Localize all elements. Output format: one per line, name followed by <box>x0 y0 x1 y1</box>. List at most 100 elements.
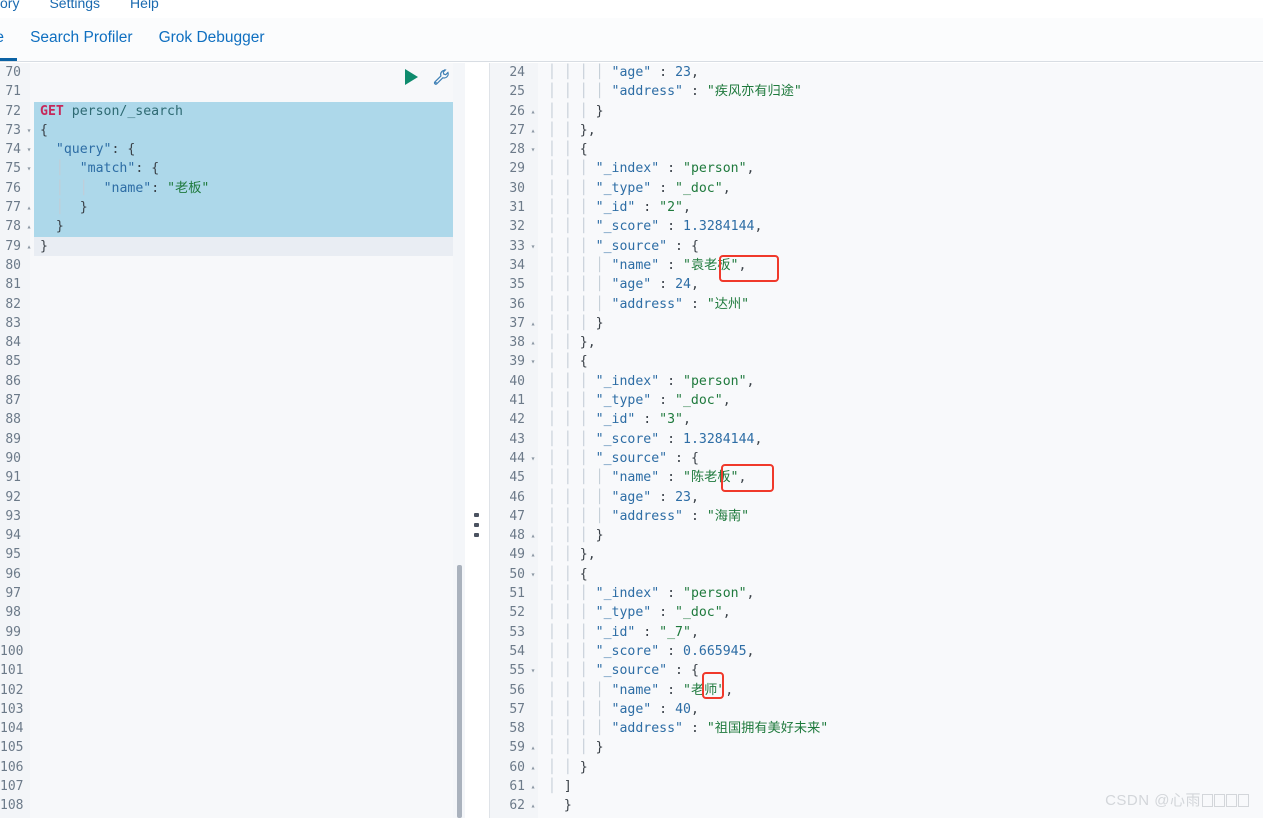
code-line[interactable]: 38 ▴ │ │ }, <box>490 333 1263 352</box>
code-fold-toggle-icon[interactable]: ▴ <box>24 217 34 236</box>
code-line[interactable]: 99 <box>0 623 465 642</box>
tab-search-profiler[interactable]: Search Profiler <box>17 18 146 60</box>
code-line[interactable]: 29 │ │ │ "_index" : "person", <box>490 159 1263 178</box>
menu-item-settings[interactable]: Settings <box>49 0 100 11</box>
code-line[interactable]: 49 ▴ │ │ }, <box>490 545 1263 564</box>
code-fold-toggle-icon[interactable]: ▴ <box>528 102 538 121</box>
code-line[interactable]: 48 ▴ │ │ │ } <box>490 526 1263 545</box>
code-line[interactable]: 35 │ │ │ │ "age" : 24, <box>490 275 1263 294</box>
menu-item-history[interactable]: ory <box>0 0 19 11</box>
code-line[interactable]: 93 <box>0 507 465 526</box>
code-line[interactable]: 25 │ │ │ │ "address" : "疾风亦有归途" <box>490 82 1263 101</box>
code-fold-toggle-icon[interactable]: ▾ <box>528 352 538 371</box>
code-fold-toggle-icon[interactable]: ▴ <box>528 796 538 815</box>
code-line[interactable]: 90 <box>0 449 465 468</box>
code-line[interactable]: 51 │ │ │ "_index" : "person", <box>490 584 1263 603</box>
code-line[interactable]: 31 │ │ │ "_id" : "2", <box>490 198 1263 217</box>
code-fold-toggle-icon[interactable]: ▴ <box>528 314 538 333</box>
code-line[interactable]: 44 ▾ │ │ │ "_source" : { <box>490 449 1263 468</box>
tab-grok-debugger[interactable]: Grok Debugger <box>146 18 278 60</box>
code-fold-toggle-icon[interactable]: ▴ <box>24 198 34 217</box>
code-line[interactable]: 59 ▴ │ │ │ } <box>490 738 1263 757</box>
code-line[interactable]: 53 │ │ │ "_id" : "_7", <box>490 623 1263 642</box>
response-editor-panel[interactable]: 24 │ │ │ │ "age" : 23, 25 │ │ │ │ "address"… <box>490 63 1263 818</box>
code-line[interactable]: 54 │ │ │ "_score" : 0.665945, <box>490 642 1263 661</box>
code-line[interactable]: 41 │ │ │ "_type" : "_doc", <box>490 391 1263 410</box>
code-line[interactable]: 32 │ │ │ "_score" : 1.3284144, <box>490 217 1263 236</box>
code-line[interactable]: 92 <box>0 488 465 507</box>
code-line[interactable]: 87 <box>0 391 465 410</box>
code-line[interactable]: 46 │ │ │ │ "age" : 23, <box>490 488 1263 507</box>
code-line[interactable]: 71 <box>0 82 465 101</box>
code-line[interactable]: 83 <box>0 314 465 333</box>
code-line[interactable]: 96 <box>0 565 465 584</box>
code-fold-toggle-icon[interactable]: ▾ <box>528 140 538 159</box>
code-line[interactable]: 80 <box>0 256 465 275</box>
code-line[interactable]: 91 <box>0 468 465 487</box>
code-line[interactable]: 58 │ │ │ │ "address" : "祖国拥有美好未来" <box>490 719 1263 738</box>
code-line[interactable]: 84 <box>0 333 465 352</box>
request-editor-code[interactable]: 70 71 72 GET person/_search 73 ▾{74 ▾ "query":… <box>0 63 465 818</box>
code-line[interactable]: 36 │ │ │ │ "address" : "达州" <box>490 295 1263 314</box>
code-fold-toggle-icon[interactable]: ▴ <box>528 333 538 352</box>
code-line[interactable]: 106 <box>0 758 465 777</box>
code-line[interactable]: 101 <box>0 661 465 680</box>
code-line[interactable]: 89 <box>0 430 465 449</box>
code-line[interactable]: 78 ▴ } <box>0 217 465 237</box>
code-line[interactable]: 24 │ │ │ │ "age" : 23, <box>490 63 1263 82</box>
code-line[interactable]: 85 <box>0 352 465 371</box>
code-fold-toggle-icon[interactable]: ▴ <box>528 545 538 564</box>
code-fold-toggle-icon[interactable]: ▴ <box>24 237 34 256</box>
code-fold-toggle-icon[interactable]: ▴ <box>528 526 538 545</box>
code-line[interactable]: 28 ▾ │ │ { <box>490 140 1263 159</box>
code-line[interactable]: 40 │ │ │ "_index" : "person", <box>490 372 1263 391</box>
code-line[interactable]: 55 ▾ │ │ │ "_source" : { <box>490 661 1263 680</box>
code-line[interactable]: 37 ▴ │ │ │ } <box>490 314 1263 333</box>
code-line[interactable]: 50 ▾ │ │ { <box>490 565 1263 584</box>
code-line[interactable]: 57 │ │ │ │ "age" : 40, <box>490 700 1263 719</box>
code-line[interactable]: 42 │ │ │ "_id" : "3", <box>490 410 1263 429</box>
code-line[interactable]: 77 ▴ │ } <box>0 198 465 218</box>
code-line[interactable]: 33 ▾ │ │ │ "_source" : { <box>490 237 1263 256</box>
code-line[interactable]: 94 <box>0 526 465 545</box>
code-line[interactable]: 39 ▾ │ │ { <box>490 352 1263 371</box>
code-line[interactable]: 105 <box>0 738 465 757</box>
code-fold-toggle-icon[interactable]: ▾ <box>528 449 538 468</box>
code-line[interactable]: 70 <box>0 63 465 82</box>
panel-resize-handle[interactable] <box>472 513 480 537</box>
code-fold-toggle-icon[interactable]: ▴ <box>528 738 538 757</box>
code-line[interactable]: 56 │ │ │ │ "name" : "老师", <box>490 681 1263 700</box>
code-line[interactable]: 79 ▴} <box>0 236 465 256</box>
code-line[interactable]: 75 ▾ │ "match": { <box>0 159 465 179</box>
code-line[interactable]: 30 │ │ │ "_type" : "_doc", <box>490 179 1263 198</box>
code-line[interactable]: 60 ▴ │ │ } <box>490 758 1263 777</box>
code-line[interactable]: 52 │ │ │ "_type" : "_doc", <box>490 603 1263 622</box>
code-line[interactable]: 88 <box>0 410 465 429</box>
code-fold-toggle-icon[interactable]: ▾ <box>24 159 34 178</box>
code-line[interactable]: 107 <box>0 777 465 796</box>
code-line[interactable]: 27 ▴ │ │ }, <box>490 121 1263 140</box>
code-line[interactable]: 100 <box>0 642 465 661</box>
code-fold-toggle-icon[interactable]: ▾ <box>528 661 538 680</box>
code-line[interactable]: 86 <box>0 372 465 391</box>
code-line[interactable]: 95 <box>0 545 465 564</box>
code-fold-toggle-icon[interactable]: ▴ <box>528 121 538 140</box>
code-line[interactable]: 73 ▾{ <box>0 120 465 141</box>
code-line[interactable]: 43 │ │ │ "_score" : 1.3284144, <box>490 430 1263 449</box>
code-fold-toggle-icon[interactable]: ▾ <box>528 237 538 256</box>
code-line[interactable]: 98 <box>0 603 465 622</box>
code-line[interactable]: 81 <box>0 275 465 294</box>
request-scrollbar-thumb[interactable] <box>457 565 462 818</box>
code-line[interactable]: 26 ▴ │ │ │ } <box>490 102 1263 121</box>
response-editor-code[interactable]: 24 │ │ │ │ "age" : 23, 25 │ │ │ │ "address"… <box>490 63 1263 818</box>
code-line[interactable]: 82 <box>0 295 465 314</box>
tab-console[interactable]: nsole <box>0 18 18 61</box>
code-line[interactable]: 103 <box>0 700 465 719</box>
code-line[interactable]: 47 │ │ │ │ "address" : "海南" <box>490 507 1263 526</box>
code-line[interactable]: 34 │ │ │ │ "name" : "袁老板", <box>490 256 1263 275</box>
code-line[interactable]: 76 │ │ "name": "老板" <box>0 178 465 199</box>
code-line[interactable]: 108 <box>0 796 465 815</box>
code-fold-toggle-icon[interactable]: ▾ <box>24 140 34 159</box>
code-fold-toggle-icon[interactable]: ▾ <box>528 565 538 584</box>
wrench-icon[interactable] <box>432 68 450 86</box>
